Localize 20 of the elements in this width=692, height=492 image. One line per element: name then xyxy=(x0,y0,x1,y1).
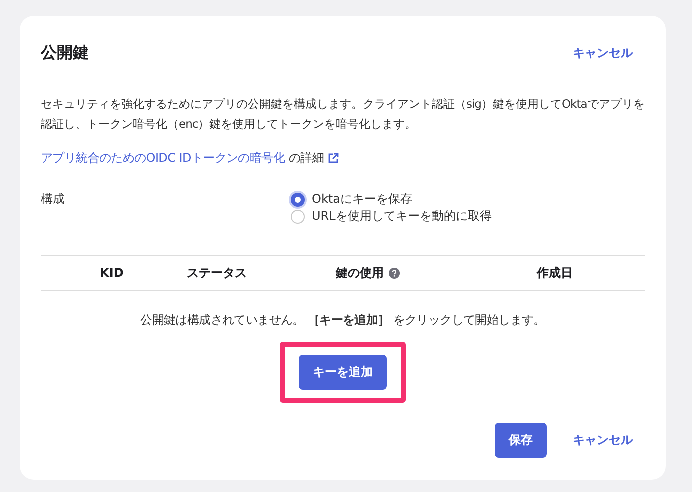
external-link-icon xyxy=(328,153,340,164)
radio-icon[interactable] xyxy=(291,192,305,206)
radio-icon[interactable] xyxy=(291,210,305,224)
column-header: ステータス xyxy=(187,264,247,282)
description-text: セキュリティを強化するためにアプリの公開鍵を構成します。クライアント認証（sig）鍵を使用してOktaでアプリを認証し、トークン暗号化（enc）鍵を使用してトークンを暗号化します。 xyxy=(41,96,645,133)
save-button[interactable]: 保存 xyxy=(495,423,547,458)
add-key-button[interactable]: キーを追加 xyxy=(299,355,387,390)
configuration-label: 構成 xyxy=(41,191,66,208)
dialog-title: 公開鍵 xyxy=(41,42,89,64)
radio-option[interactable]: Oktaにキーを保存 xyxy=(291,191,645,208)
column-header: 作成日 xyxy=(537,264,573,282)
cancel-button[interactable]: キャンセル xyxy=(561,426,645,455)
radio-option[interactable]: URLを使用してキーを動的に取得 xyxy=(291,208,645,225)
help-icon xyxy=(389,268,400,278)
docs-link[interactable]: アプリ統合のためのOIDC IDトークンの暗号化 xyxy=(41,150,285,167)
column-header: 鍵の使用 xyxy=(336,264,384,282)
empty-message: 公開鍵は構成されていません。 ［キーを追加］ をクリックして開始します。 xyxy=(140,312,546,329)
cancel-button[interactable]: キャンセル xyxy=(561,38,645,68)
details-text: の詳細 xyxy=(289,150,324,167)
column-header: KID xyxy=(100,266,124,280)
